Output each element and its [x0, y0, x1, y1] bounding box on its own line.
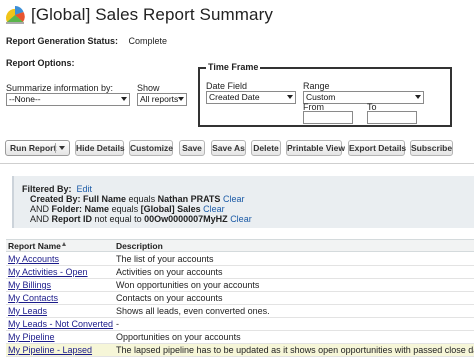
run-report-label: Run Report [10, 143, 57, 153]
col-description[interactable]: Description [116, 241, 163, 251]
col-report-name[interactable]: Report Name [8, 241, 61, 251]
filter-field: Created By: Full Name [30, 194, 127, 204]
edit-filters-link[interactable]: Edit [77, 184, 93, 194]
status-label: Report Generation Status: [6, 36, 119, 46]
range-value: Custom [306, 92, 336, 102]
filter-operator: equals [111, 204, 139, 214]
run-report-button[interactable]: Run Report [5, 140, 70, 156]
time-frame-legend: Time Frame [206, 62, 261, 72]
filter-value: 00Ow0000007MyHZ [144, 214, 228, 224]
status-row: Report Generation Status: Complete [6, 36, 167, 46]
date-field-label: Date Field [206, 81, 248, 91]
table-row: My Pipeline - Lapsed The lapsed pipeline… [6, 344, 474, 357]
report-description: Contacts on your accounts [116, 293, 223, 303]
save-button[interactable]: Save [179, 140, 205, 156]
report-description: Shows all leads, even converted ones. [116, 306, 270, 316]
delete-button[interactable]: Delete [251, 140, 281, 156]
table-row: My Contacts Contacts on your accounts [6, 292, 474, 305]
report-link[interactable]: My Leads - Not Converted [8, 319, 113, 329]
clear-filter-link[interactable]: Clear [203, 204, 225, 214]
filter-operator: equals [128, 194, 156, 204]
report-link[interactable]: My Pipeline [8, 332, 55, 342]
filter-value: [Global] Sales [140, 204, 201, 214]
to-date-input[interactable] [367, 111, 417, 124]
report-icon [4, 4, 26, 26]
report-description: The lapsed pipeline has to be updated as… [116, 345, 474, 355]
report-description: The list of your accounts [116, 254, 214, 264]
clear-filter-link[interactable]: Clear [230, 214, 252, 224]
summarize-value: --None-- [9, 94, 41, 104]
customize-button[interactable]: Customize [129, 140, 173, 156]
chevron-down-icon [415, 95, 421, 99]
chevron-down-icon [287, 95, 293, 99]
report-description: - [116, 319, 119, 329]
export-details-button[interactable]: Export Details [348, 140, 406, 156]
hide-details-button[interactable]: Hide Details [75, 140, 125, 156]
report-link[interactable]: My Leads [8, 306, 47, 316]
filter-row-folder: AND Folder: Name equals [Global] Sales C… [30, 204, 225, 214]
from-date-input[interactable] [303, 111, 353, 124]
filtered-by-row: Filtered By: Edit [22, 184, 92, 194]
summarize-select[interactable]: --None-- [6, 93, 130, 106]
table-row: My Activities - Open Activities on your … [6, 266, 474, 279]
report-link[interactable]: My Activities - Open [8, 267, 88, 277]
printable-view-button[interactable]: Printable View [286, 140, 345, 156]
filter-value: Nathan PRATS [157, 194, 221, 204]
filter-field: Folder: Name [51, 204, 110, 214]
header: [Global] Sales Report Summary [4, 4, 273, 26]
range-label: Range [303, 81, 330, 91]
table-row: My Pipeline Opportunities on your accoun… [6, 331, 474, 344]
divider [0, 163, 474, 164]
save-as-button[interactable]: Save As [211, 140, 246, 156]
filter-field: Report ID [51, 214, 93, 224]
show-select[interactable]: All reports [137, 93, 187, 106]
chevron-down-icon [121, 97, 127, 101]
report-options-label: Report Options: [6, 58, 75, 68]
report-link[interactable]: My Accounts [8, 254, 59, 264]
chevron-down-icon [178, 97, 184, 101]
table-row: My Leads - Not Converted - [6, 318, 474, 331]
subscribe-button[interactable]: Subscribe [410, 140, 453, 156]
show-label: Show [137, 83, 160, 93]
filter-prefix: AND [30, 214, 50, 224]
report-link[interactable]: My Pipeline - Lapsed [8, 345, 92, 355]
clear-filter-link[interactable]: Clear [223, 194, 245, 204]
filter-prefix: AND [30, 204, 50, 214]
show-value: All reports [140, 94, 179, 104]
report-link[interactable]: My Contacts [8, 293, 58, 303]
date-field-select[interactable]: Created Date [206, 91, 296, 104]
filtered-by-label: Filtered By: [22, 184, 72, 194]
table-row: My Billings Won opportunities on your ac… [6, 279, 474, 292]
report-description: Opportunities on your accounts [116, 332, 241, 342]
filter-operator: not equal to [94, 214, 142, 224]
filter-row-created-by: Created By: Full Name equals Nathan PRAT… [30, 194, 244, 204]
table-row: My Leads Shows all leads, even converted… [6, 305, 474, 318]
page-title: [Global] Sales Report Summary [31, 5, 273, 24]
status-value: Complete [128, 36, 168, 46]
table-header: Report Name Description [6, 239, 474, 252]
report-link[interactable]: My Billings [8, 280, 51, 290]
summarize-label: Summarize information by: [6, 83, 114, 93]
filter-row-report-id: AND Report ID not equal to 00Ow0000007My… [30, 214, 252, 224]
report-description: Activities on your accounts [116, 267, 223, 277]
table-row: My Accounts The list of your accounts [6, 253, 474, 266]
report-description: Won opportunities on your accounts [116, 280, 260, 290]
sort-ascending-icon[interactable] [62, 242, 66, 246]
chevron-down-icon[interactable] [59, 146, 65, 150]
date-field-value: Created Date [209, 92, 260, 102]
